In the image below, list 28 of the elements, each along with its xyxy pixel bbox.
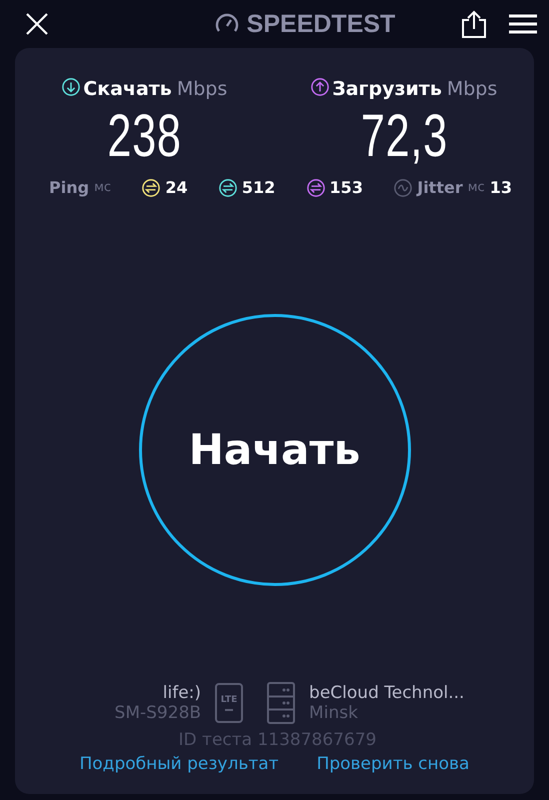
unit-label: мс: [94, 180, 112, 195]
server-city: Minsk: [309, 703, 359, 723]
speed-value: 72,3: [360, 106, 448, 166]
server-name: beCloud Technol...: [309, 683, 464, 703]
share-icon[interactable]: [461, 10, 487, 38]
device-name: SM-S928B: [114, 703, 202, 723]
start-button[interactable]: Начать: [138, 314, 410, 586]
app-title: SPEEDTEST: [246, 10, 396, 38]
link[interactable]: Проверить снова: [316, 754, 470, 774]
unit-label: Mbps: [446, 78, 498, 100]
jitter-label: Jitter: [417, 178, 463, 197]
ping-value: 24: [165, 178, 188, 197]
phone-icon: LTE: [215, 683, 244, 723]
result-label: Загрузить: [332, 78, 442, 100]
wave-icon: [394, 178, 412, 196]
link[interactable]: Подробный результат: [80, 754, 279, 774]
ping-label: Ping: [49, 178, 90, 197]
server-icon: [267, 682, 296, 724]
provider-name: life:): [162, 683, 202, 703]
speed-value: 238: [108, 106, 182, 166]
result-label: Скачать: [83, 78, 172, 100]
unit-label: Mbps: [176, 78, 228, 100]
menu-icon[interactable]: [509, 14, 537, 34]
ping-value: 153: [330, 178, 363, 197]
close-icon[interactable]: [25, 12, 49, 36]
unit-label: мс: [468, 180, 485, 195]
jitter-value: 13: [490, 178, 512, 197]
ping-value: 512: [242, 178, 276, 197]
